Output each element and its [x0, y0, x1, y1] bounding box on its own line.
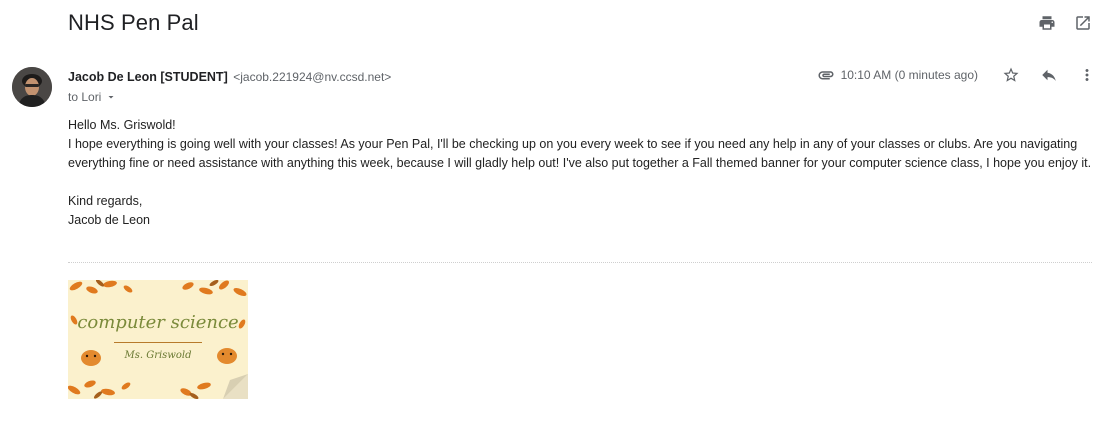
signature: Jacob de Leon [68, 213, 151, 227]
star-icon[interactable] [1002, 66, 1020, 84]
banner-divider [114, 342, 202, 343]
banner-title: computer science [77, 312, 239, 333]
message-meta: 10:10 AM (0 minutes ago) [817, 66, 1096, 84]
divider [68, 262, 1092, 263]
banner-subtitle: Ms. Griswold [124, 350, 192, 361]
sender-name[interactable]: Jacob De Leon [STUDENT] [68, 70, 228, 84]
avatar[interactable] [12, 67, 52, 107]
sender-line: Jacob De Leon [STUDENT] <jacob.221924@nv… [68, 70, 391, 84]
sender-email: <jacob.221924@nv.ccsd.net> [233, 70, 392, 84]
recipient-dropdown[interactable]: to Lori [68, 90, 117, 104]
print-icon[interactable] [1038, 14, 1056, 32]
chevron-down-icon [108, 96, 114, 99]
paperclip-icon [818, 71, 834, 80]
greeting: Hello Ms. Griswold! [68, 118, 176, 132]
open-in-new-icon[interactable] [1074, 14, 1092, 32]
reply-icon[interactable] [1040, 66, 1058, 84]
email-subject: NHS Pen Pal [68, 10, 199, 35]
body-paragraph: I hope everything is going well with you… [68, 137, 1092, 170]
message-time: 10:10 AM (0 minutes ago) [840, 68, 978, 82]
leaf-border [68, 280, 248, 399]
attachment-thumbnail[interactable]: computer science Ms. Griswold [68, 280, 248, 399]
signoff: Kind regards, [68, 194, 143, 208]
recipient-label: to Lori [68, 90, 102, 104]
top-actions [1038, 14, 1092, 32]
email-view: NHS Pen Pal Jacob De Leon [STUDENT] <jac… [0, 0, 1114, 431]
message-body: Hello Ms. Griswold! I hope everything is… [68, 116, 1098, 230]
more-vert-icon[interactable] [1078, 66, 1096, 84]
